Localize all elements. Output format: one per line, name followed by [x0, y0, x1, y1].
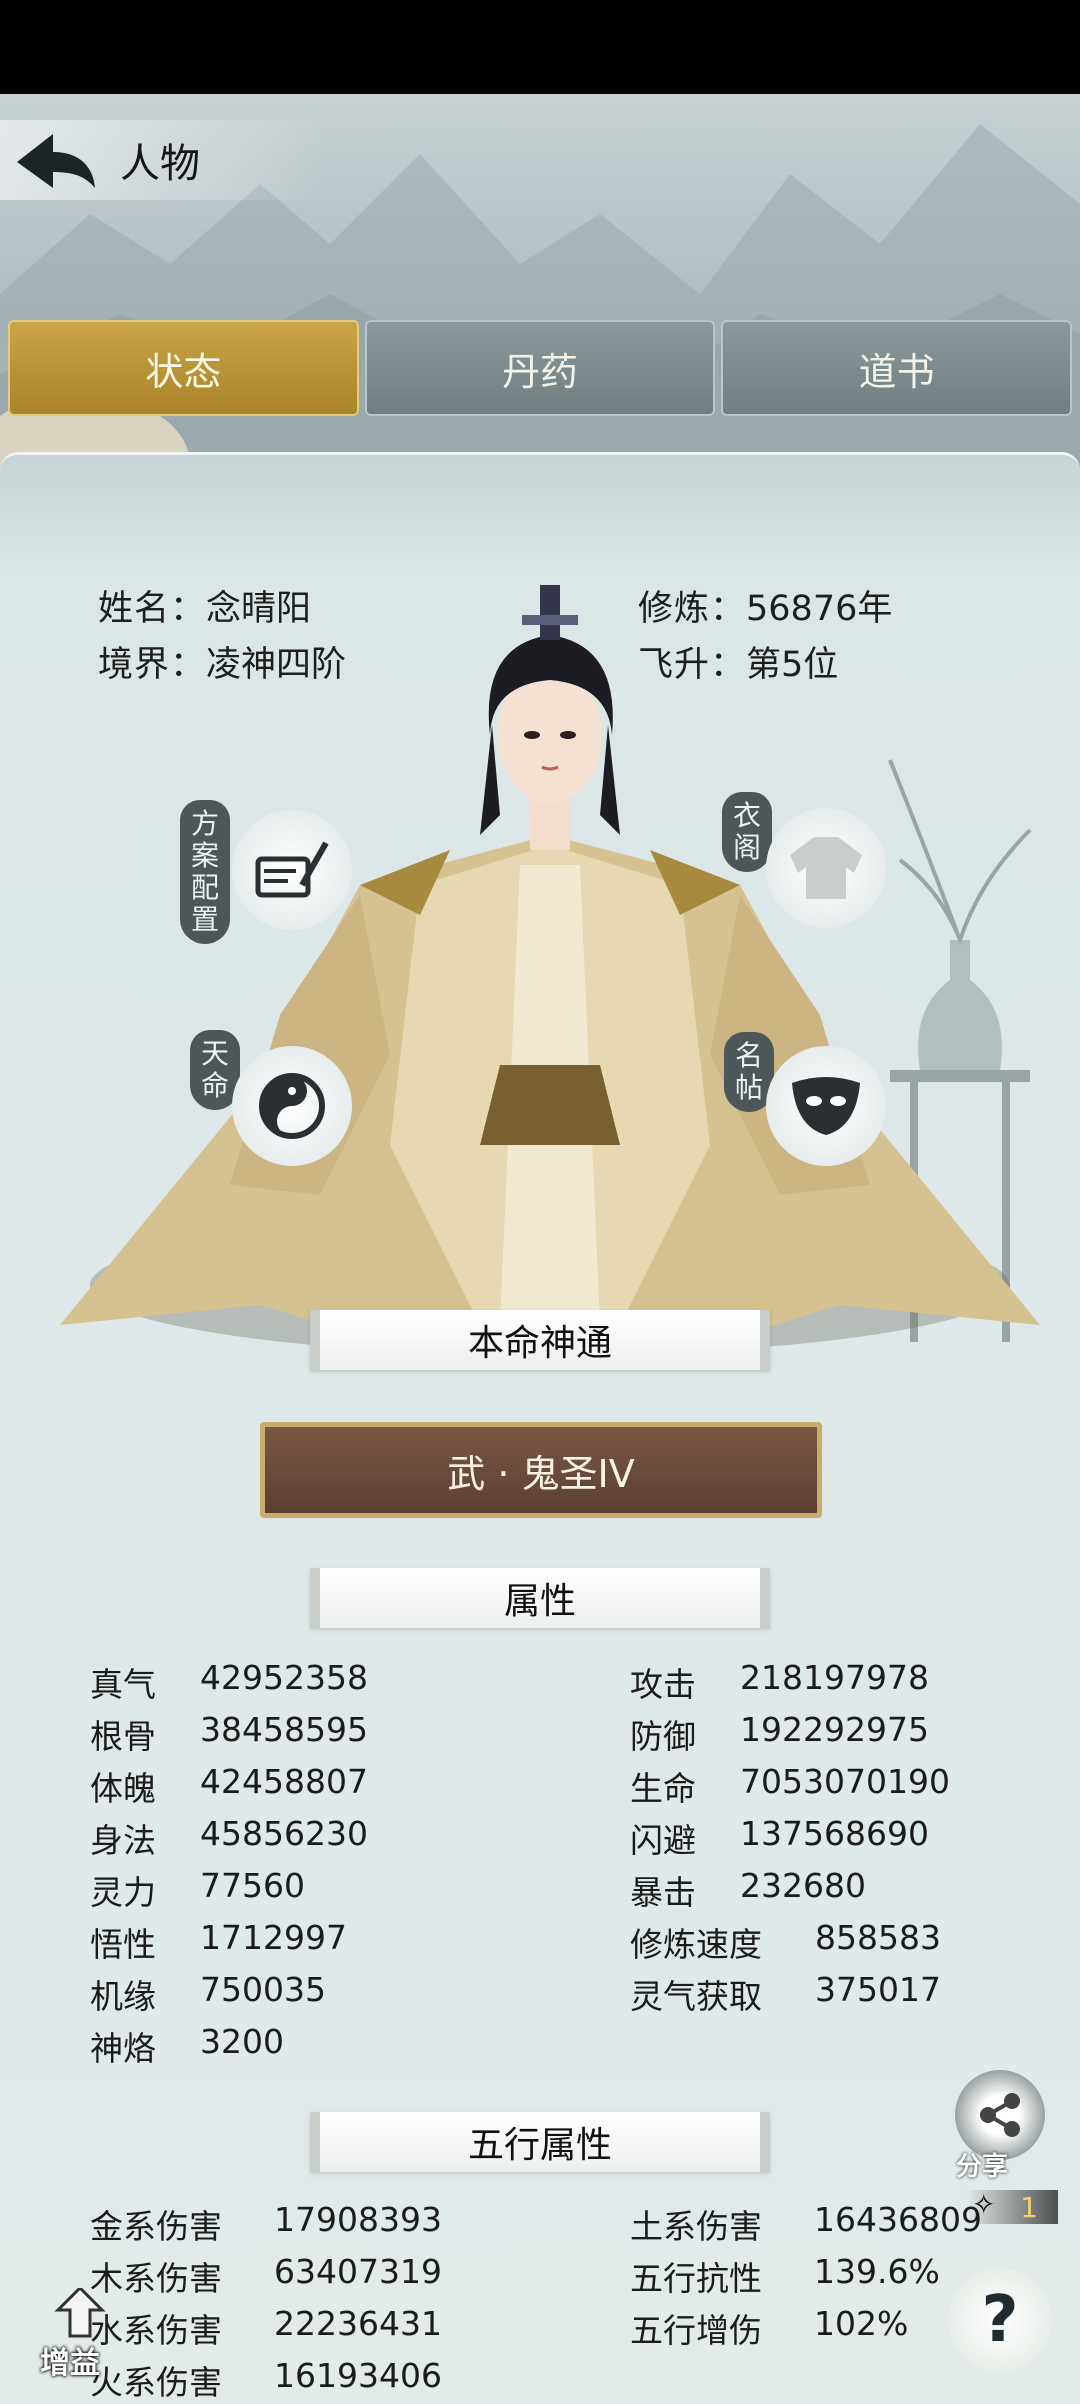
- back-button[interactable]: [0, 120, 110, 200]
- notification-badge[interactable]: ✧ 1: [966, 2188, 1058, 2224]
- element-row: 五行抗性 139.6%: [630, 2252, 940, 2300]
- header-bar: 人物: [0, 120, 330, 200]
- tab-pills[interactable]: 丹药: [364, 320, 716, 416]
- yin-yang-icon: [259, 1073, 325, 1139]
- attr-row: 体魄 42458807: [90, 1762, 368, 1810]
- attr-row: 闪避 137568690: [630, 1814, 929, 1862]
- attr-row: 暴击 232680: [630, 1866, 866, 1914]
- fate-button[interactable]: [232, 1046, 352, 1166]
- attr-row: 悟性 1712997: [90, 1918, 347, 1966]
- attr-value: 7053070190: [740, 1762, 950, 1801]
- attr-value: 42458807: [200, 1762, 368, 1801]
- character-portrait: [60, 585, 1040, 1355]
- attributes-title: 属性: [310, 1568, 770, 1628]
- plan-config-button[interactable]: [232, 810, 352, 930]
- share-label: 分享: [956, 2152, 1009, 2182]
- attr-value: 137568690: [740, 1814, 929, 1853]
- share-icon: [980, 2093, 1020, 2137]
- innate-skill-button[interactable]: 武 · 鬼圣IV: [260, 1422, 822, 1518]
- status-bar: [0, 0, 1080, 94]
- attr-value: 858583: [815, 1918, 941, 1957]
- attr-value: 232680: [740, 1866, 866, 1905]
- attr-row: 真气 42952358: [90, 1658, 368, 1706]
- attr-value: 1712997: [200, 1918, 347, 1957]
- attr-value: 3200: [200, 2022, 284, 2061]
- attr-label: 神烙: [90, 2029, 156, 2068]
- element-value: 22236431: [274, 2304, 442, 2343]
- attr-row: 生命 7053070190: [630, 1762, 950, 1810]
- attr-row: 攻击 218197978: [630, 1658, 929, 1706]
- attr-label: 暴击: [630, 1873, 696, 1912]
- up-arrow-icon: [54, 2285, 106, 2338]
- attr-label: 体魄: [90, 1769, 156, 1808]
- attr-label: 灵力: [90, 1873, 156, 1912]
- attr-row: 修炼速度 858583: [630, 1918, 941, 1966]
- attr-label: 生命: [630, 1769, 696, 1808]
- tab-books[interactable]: 道书: [721, 320, 1073, 416]
- element-value: 102%: [814, 2304, 909, 2343]
- element-label: 金系伤害: [90, 2207, 222, 2246]
- attr-value: 218197978: [740, 1658, 929, 1697]
- attr-label: 机缘: [90, 1977, 156, 2016]
- attr-value: 42952358: [200, 1658, 368, 1697]
- elements-title: 五行属性: [310, 2112, 770, 2172]
- robe-icon: [790, 837, 862, 899]
- card-button[interactable]: [766, 1046, 886, 1166]
- attr-row: 机缘 750035: [90, 1970, 326, 2018]
- attr-value: 750035: [200, 1970, 326, 2009]
- element-value: 16436809: [814, 2200, 982, 2239]
- mask-icon: [792, 1077, 860, 1135]
- attr-label: 攻击: [630, 1665, 696, 1704]
- element-value: 17908393: [274, 2200, 442, 2239]
- scroll-brush-icon: [255, 841, 329, 898]
- attr-row: 根骨 38458595: [90, 1710, 368, 1758]
- wardrobe-label: 衣阁: [722, 792, 772, 872]
- boost-button[interactable]: 增益: [40, 2285, 130, 2381]
- attr-label: 身法: [90, 1821, 156, 1860]
- attr-label: 真气: [90, 1665, 156, 1704]
- attr-label: 修炼速度: [630, 1925, 762, 1964]
- element-row: 土系伤害 16436809: [630, 2200, 982, 2248]
- element-value: 63407319: [274, 2252, 442, 2291]
- tab-bar: 状态 丹药 道书: [8, 320, 1073, 420]
- attr-value: 375017: [815, 1970, 941, 2009]
- element-label: 五行增伤: [630, 2311, 762, 2350]
- attr-value: 45856230: [200, 1814, 368, 1853]
- attr-label: 闪避: [630, 1821, 696, 1860]
- attr-value: 38458595: [200, 1710, 368, 1749]
- element-value: 139.6%: [814, 2252, 940, 2291]
- attr-row: 防御 192292975: [630, 1710, 929, 1758]
- gift-icon: ✧: [972, 2188, 996, 2221]
- element-value: 16193406: [274, 2356, 442, 2395]
- element-label: 土系伤害: [630, 2207, 762, 2246]
- badge-count: 1: [1020, 2190, 1038, 2224]
- plan-config-label: 方案配置: [180, 800, 230, 944]
- attr-label: 悟性: [90, 1925, 156, 1964]
- help-button[interactable]: ?: [948, 2268, 1052, 2372]
- attr-label: 根骨: [90, 1717, 156, 1756]
- page-title: 人物: [120, 141, 200, 187]
- back-arrow-icon: [17, 134, 95, 188]
- boost-label: 增益: [40, 2346, 100, 2381]
- attr-row: 身法 45856230: [90, 1814, 368, 1862]
- attr-row: 神烙 3200: [90, 2022, 284, 2070]
- element-row: 五行增伤 102%: [630, 2304, 908, 2352]
- attr-value: 77560: [200, 1866, 305, 1905]
- innate-skill-title: 本命神通: [310, 1310, 770, 1370]
- attr-row: 灵气获取 375017: [630, 1970, 941, 2018]
- attr-label: 灵气获取: [630, 1977, 762, 2016]
- attr-label: 防御: [630, 1717, 696, 1756]
- wardrobe-button[interactable]: [766, 808, 886, 928]
- tab-status[interactable]: 状态: [8, 320, 359, 416]
- element-row: 金系伤害 17908393: [90, 2200, 442, 2248]
- attr-value: 192292975: [740, 1710, 929, 1749]
- element-label: 五行抗性: [630, 2259, 762, 2298]
- attr-row: 灵力 77560: [90, 1866, 305, 1914]
